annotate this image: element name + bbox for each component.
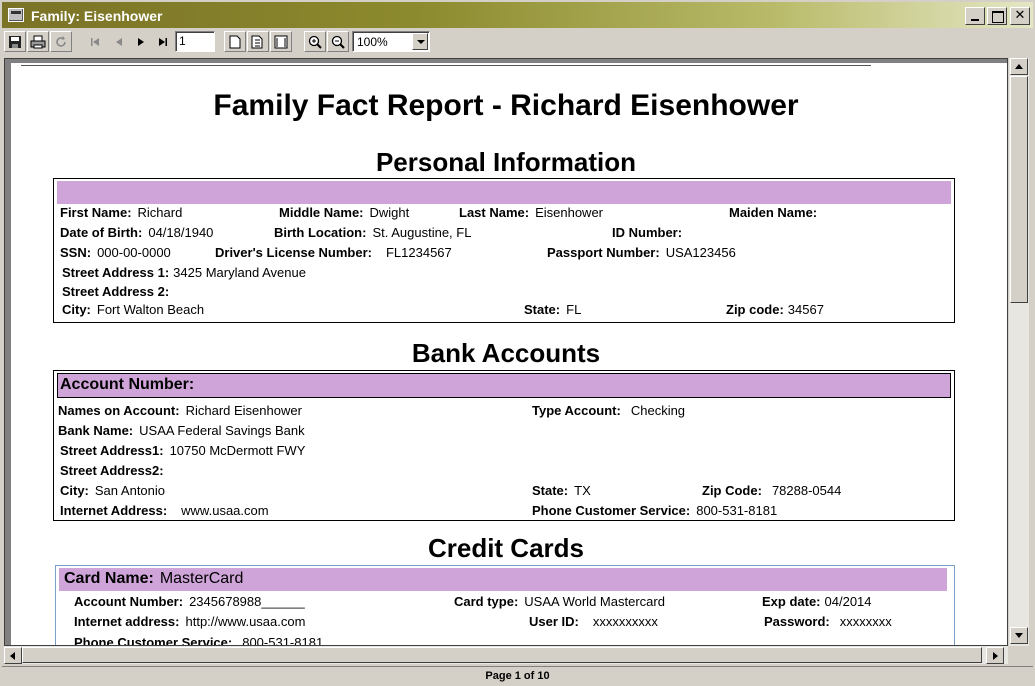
prev-page-icon bbox=[116, 37, 122, 46]
personal-info-box: First Name: Richard Middle Name: Dwight La… bbox=[53, 178, 955, 323]
print-icon bbox=[30, 35, 46, 48]
vertical-scrollbar[interactable] bbox=[1009, 58, 1029, 646]
dob-field: Date of Birth: 04/18/1940 bbox=[60, 225, 214, 240]
next-page-button[interactable] bbox=[130, 31, 152, 52]
zoom-in-icon bbox=[308, 35, 322, 49]
internet-address-field: Internet Address: www.usaa.com bbox=[60, 503, 269, 518]
print-button[interactable] bbox=[27, 31, 49, 52]
app-icon[interactable] bbox=[8, 8, 24, 22]
single-page-icon bbox=[229, 35, 241, 48]
scroll-up-button[interactable] bbox=[1010, 58, 1028, 75]
license-field: Driver's License Number: FL1234567 bbox=[215, 245, 452, 260]
page-indicator: Page 1 of 10 bbox=[485, 670, 550, 682]
toolbar: 1 100% bbox=[2, 29, 1033, 55]
page-top-rule bbox=[21, 65, 871, 66]
minimize-button[interactable] bbox=[965, 7, 985, 25]
save-icon bbox=[9, 35, 21, 48]
card-account-number-field: Account Number: 2345678988______ bbox=[74, 594, 305, 609]
personal-info-heading: Personal Information bbox=[375, 147, 637, 177]
report-page: Family Fact Report - Richard Eisenhower … bbox=[11, 63, 1007, 646]
page-width-icon bbox=[274, 35, 288, 48]
multi-page-button[interactable] bbox=[247, 31, 269, 52]
zoom-out-button[interactable] bbox=[327, 31, 349, 52]
multi-page-icon bbox=[251, 35, 263, 48]
report-viewport[interactable]: Family Fact Report - Richard Eisenhower … bbox=[4, 58, 1008, 646]
close-button[interactable]: ✕ bbox=[1010, 7, 1030, 25]
bank-account-box: Account Number: Names on Account: Richard… bbox=[53, 370, 955, 521]
report-viewer-window: Family: Eisenhower ✕ 1 100% Family Fact … bbox=[0, 0, 1035, 686]
passport-field: Passport Number: USA123456 bbox=[547, 245, 736, 260]
close-icon: ✕ bbox=[1014, 8, 1026, 23]
card-type-field: Card type: USAA World Mastercard bbox=[454, 594, 665, 609]
first-page-button[interactable] bbox=[84, 31, 106, 52]
street2-field: Street Address 2: bbox=[62, 284, 170, 299]
zoom-in-button[interactable] bbox=[304, 31, 326, 52]
street1-field: Street Address 1: 3425 Maryland Avenue bbox=[62, 265, 306, 280]
credit-card-box: Card Name: MasterCard Account Number: 2345… bbox=[55, 565, 955, 646]
last-page-icon bbox=[159, 37, 167, 46]
vertical-scroll-thumb[interactable] bbox=[1010, 76, 1028, 303]
single-page-button[interactable] bbox=[224, 31, 246, 52]
bank-phone-field: Phone Customer Service: 800-531-8181 bbox=[532, 503, 778, 518]
page-width-button[interactable] bbox=[270, 31, 292, 52]
personal-info-band bbox=[57, 181, 951, 204]
horizontal-scroll-thumb[interactable] bbox=[22, 647, 982, 663]
title-bar[interactable]: Family: Eisenhower ✕ bbox=[2, 2, 1033, 28]
scroll-left-button[interactable] bbox=[4, 647, 22, 664]
bank-name-field: Bank Name: USAA Federal Savings Bank bbox=[58, 423, 305, 438]
bank-street2-field: Street Address2: bbox=[60, 463, 164, 478]
state-field: State: FL bbox=[524, 302, 582, 317]
zip-field: Zip code: 34567 bbox=[726, 302, 824, 317]
bank-state-field: State: TX bbox=[532, 483, 591, 498]
user-id-field: User ID: xxxxxxxxxx bbox=[529, 614, 658, 629]
card-phone-field: Phone Customer Service: 800-531-8181 bbox=[74, 635, 324, 646]
zoom-dropdown-button[interactable] bbox=[412, 33, 428, 50]
window-title: Family: Eisenhower bbox=[31, 8, 163, 24]
maximize-button[interactable] bbox=[987, 7, 1007, 25]
zoom-value: 100% bbox=[357, 35, 388, 49]
maiden-name-field: Maiden Name: bbox=[729, 205, 818, 220]
type-account-field: Type Account: Checking bbox=[532, 403, 686, 418]
exp-date-field: Exp date: 04/2014 bbox=[762, 594, 872, 609]
page-number-input[interactable]: 1 bbox=[175, 31, 215, 52]
last-name-field: Last Name: Eisenhower bbox=[459, 205, 604, 220]
birth-location-field: Birth Location: St. Augustine, FL bbox=[274, 225, 472, 240]
zoom-out-icon bbox=[331, 35, 345, 49]
horizontal-scrollbar[interactable] bbox=[4, 646, 1008, 664]
report-title: Family Fact Report - Richard Eisenhower bbox=[213, 89, 799, 122]
password-field: Password: xxxxxxxx bbox=[764, 614, 892, 629]
refresh-button[interactable] bbox=[50, 31, 72, 52]
bank-accounts-heading: Bank Accounts bbox=[411, 338, 601, 368]
bank-street1-field: Street Address1: 10750 McDermott FWY bbox=[60, 443, 306, 458]
card-name-field: Card Name: MasterCard bbox=[64, 570, 244, 587]
next-page-icon bbox=[138, 37, 144, 46]
ssn-field: SSN: 000-00-0000 bbox=[60, 245, 171, 260]
refresh-icon bbox=[56, 35, 66, 47]
id-number-field: ID Number: bbox=[612, 225, 683, 240]
middle-name-field: Middle Name: Dwight bbox=[279, 205, 410, 220]
account-number-field: Account Number: bbox=[60, 376, 195, 393]
scroll-down-button[interactable] bbox=[1010, 627, 1028, 644]
first-name-field: First Name: Richard bbox=[60, 205, 183, 220]
save-button[interactable] bbox=[4, 31, 26, 52]
city-field: City: Fort Walton Beach bbox=[62, 302, 205, 317]
card-internet-field: Internet address: http://www.usaa.com bbox=[74, 614, 306, 629]
scroll-right-button[interactable] bbox=[986, 647, 1004, 664]
status-bar: Page 1 of 10 bbox=[2, 666, 1033, 684]
names-on-account-field: Names on Account: Richard Eisenhower bbox=[58, 403, 302, 418]
credit-cards-heading: Credit Cards bbox=[427, 533, 585, 563]
last-page-button[interactable] bbox=[152, 31, 174, 52]
bank-zip-field: Zip Code: 78288-0544 bbox=[702, 483, 842, 498]
prev-page-button[interactable] bbox=[108, 31, 130, 52]
first-page-icon bbox=[91, 37, 99, 46]
bank-city-field: City: San Antonio bbox=[60, 483, 166, 498]
zoom-select[interactable]: 100% bbox=[352, 31, 430, 52]
